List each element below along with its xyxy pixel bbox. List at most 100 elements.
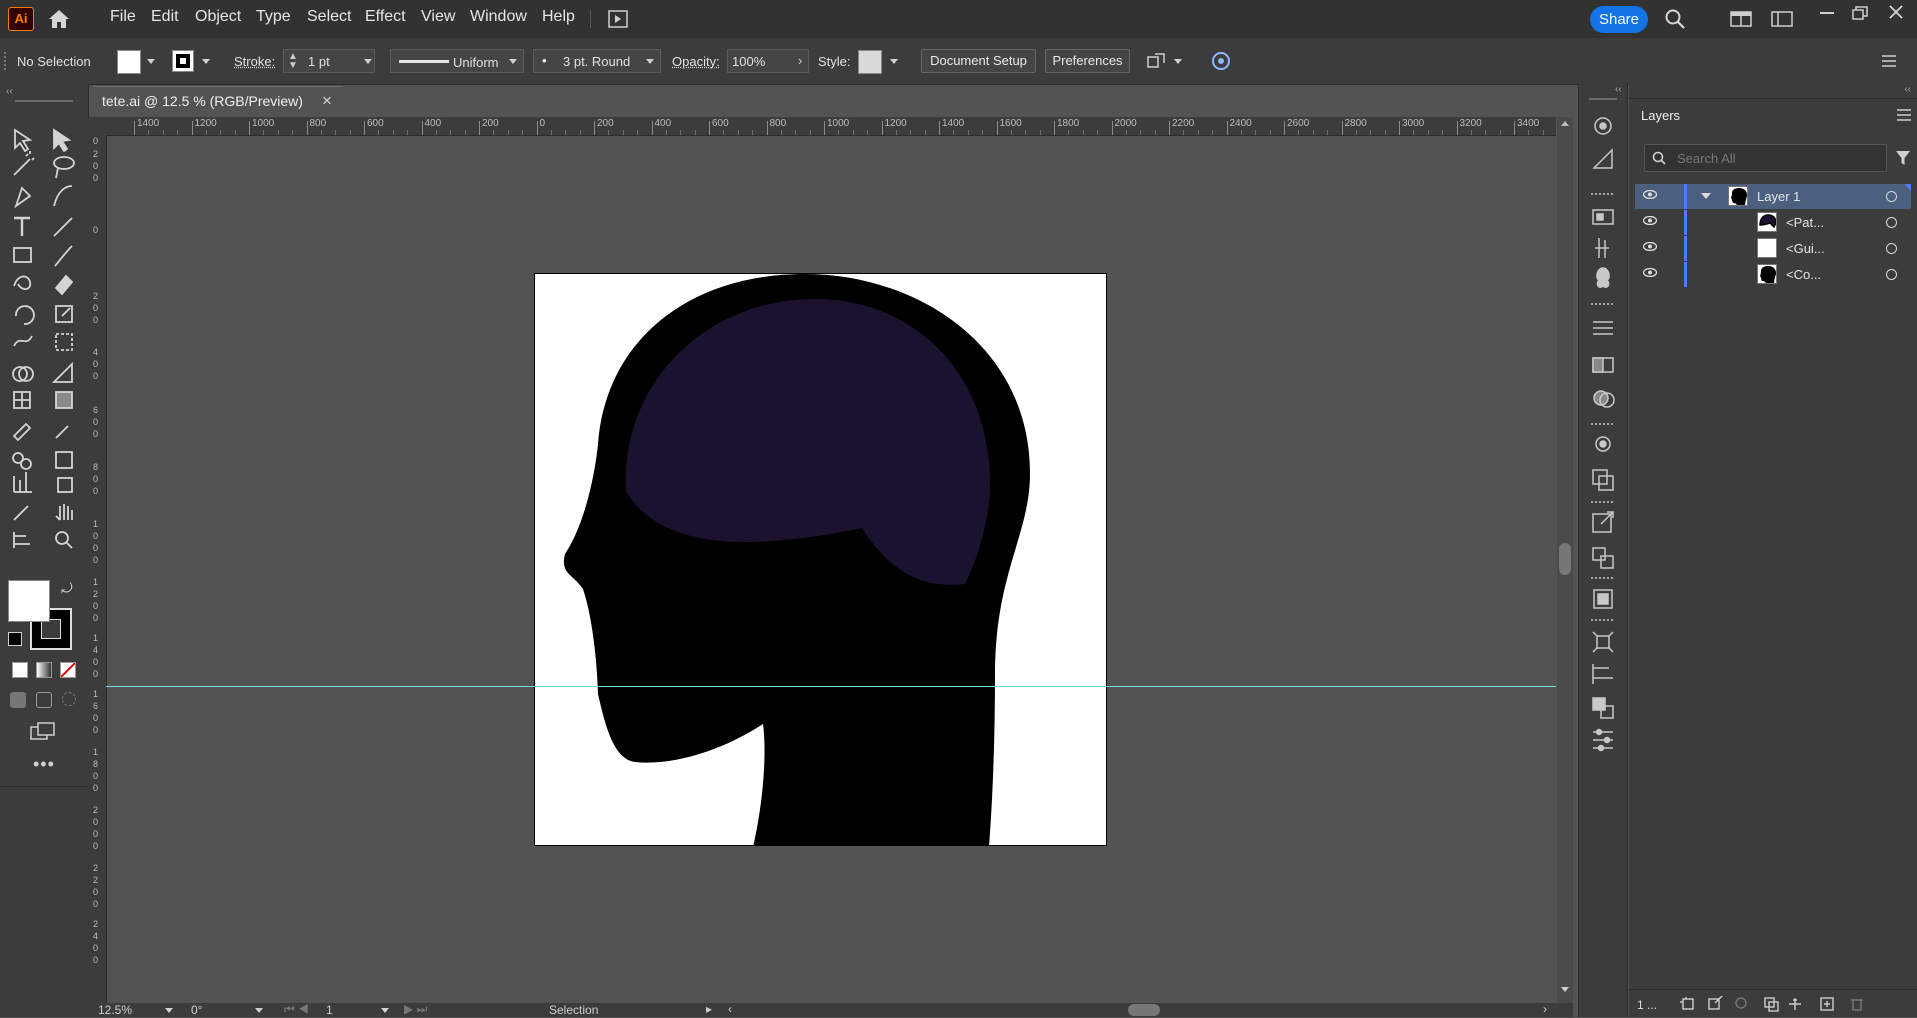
menu-effect[interactable]: Effect [365, 8, 406, 26]
opacity-field[interactable]: 100% › [727, 49, 809, 73]
swap-fill-stroke-icon[interactable]: ⤾ [61, 580, 73, 597]
visibility-eye-icon[interactable] [1643, 190, 1657, 199]
menu-type[interactable]: Type [256, 8, 291, 26]
expand-layer-chevron-icon[interactable] [1701, 193, 1711, 199]
layer-row-guide[interactable]: <Gui... [1635, 236, 1911, 261]
ruler-minor-tick [680, 130, 682, 135]
artboard-number[interactable]: 1 [326, 1003, 333, 1017]
menu-edit[interactable]: Edit [151, 8, 179, 26]
layers-panel-menu-icon[interactable] [1897, 108, 1911, 121]
status-menu-icon[interactable]: ▸ [706, 1002, 712, 1016]
document-tab[interactable]: tete.ai @ 12.5 % (RGB/Preview) × [93, 86, 343, 117]
layer-row-compound-path[interactable]: <Co... [1635, 262, 1911, 287]
restore-icon[interactable] [1852, 6, 1868, 20]
style-dropdown-caret[interactable] [890, 59, 898, 64]
collapse-toolbar-icon[interactable]: ‹‹ [6, 86, 13, 97]
layer-color-bar [1684, 210, 1687, 235]
compound-target-icon[interactable] [1886, 269, 1897, 280]
svg-text:0: 0 [93, 817, 98, 827]
minimize-icon[interactable] [1820, 12, 1834, 14]
workspace-switcher-icon[interactable] [1730, 11, 1752, 27]
stroke-profile-value: Uniform [453, 55, 499, 70]
opacity-label[interactable]: Opacity: [672, 54, 720, 69]
horizontal-scroll-thumb[interactable] [1128, 1004, 1160, 1016]
layers-search-field[interactable]: Search All [1644, 144, 1887, 172]
ruler-tick-label: 3400 [1517, 118, 1540, 129]
layers-tab[interactable]: Layers [1633, 100, 1687, 130]
ruler-minor-tick [378, 130, 380, 135]
head-artwork[interactable] [535, 274, 1107, 846]
menu-file[interactable]: File [110, 8, 136, 26]
path-target-icon[interactable] [1886, 217, 1897, 228]
ruler-tick-label: 1400 [942, 118, 965, 129]
layer-target-icon[interactable] [1886, 191, 1897, 202]
document-setup-button[interactable]: Document Setup [921, 49, 1036, 73]
menu-window[interactable]: Window [470, 8, 527, 26]
vertical-scroll-thumb[interactable] [1559, 543, 1571, 575]
arrange-icon[interactable] [1145, 51, 1167, 71]
visibility-eye-icon[interactable] [1643, 242, 1657, 251]
layer-row-layer-1[interactable]: Layer 1 [1635, 184, 1911, 209]
path-name[interactable]: <Pat... [1786, 215, 1824, 230]
fill-swatch[interactable] [117, 50, 141, 74]
ruler-minor-tick [1355, 130, 1357, 135]
stroke-weight-field[interactable]: ▲ ▼ 1 pt [283, 49, 375, 73]
close-icon[interactable] [1889, 5, 1903, 19]
collapse-panel-icon[interactable]: ‹‹ [1904, 84, 1911, 95]
stroke-swatch[interactable] [172, 50, 194, 72]
compound-name[interactable]: <Co... [1786, 267, 1821, 282]
expand-panels-icon[interactable]: ‹‹ [1615, 84, 1622, 95]
artboard[interactable] [534, 273, 1107, 846]
default-colors-icon[interactable] [8, 632, 22, 646]
last-artboard-icon[interactable]: ▶ ⏭ [404, 1002, 427, 1017]
zoom-level[interactable]: 12.5% [98, 1003, 132, 1017]
share-button[interactable]: Share [1590, 6, 1648, 33]
menu-select[interactable]: Select [307, 8, 351, 26]
filter-icon[interactable] [1895, 150, 1911, 166]
layer-name[interactable]: Layer 1 [1757, 189, 1800, 204]
search-icon[interactable] [1664, 8, 1686, 30]
visibility-eye-icon[interactable] [1643, 216, 1657, 225]
horizontal-guide[interactable] [106, 686, 1556, 687]
edit-toolbar-icon[interactable]: ••• [33, 754, 55, 775]
rotation-value[interactable]: 0° [191, 1003, 202, 1017]
draw-normal-icon[interactable] [10, 692, 26, 708]
first-artboard-icon[interactable]: ⏮ ◀ [284, 1002, 309, 1017]
draw-behind-icon[interactable] [36, 692, 52, 708]
screen-mode-icon[interactable] [30, 722, 56, 740]
home-icon[interactable] [47, 8, 71, 30]
guide-target-icon[interactable] [1886, 243, 1897, 254]
scroll-left-icon[interactable]: ‹ [728, 1002, 732, 1016]
arrange-dropdown-caret[interactable] [1174, 59, 1182, 64]
stroke-label[interactable]: Stroke: [234, 54, 275, 69]
control-panel-menu-icon[interactable] [1882, 54, 1896, 67]
guide-name[interactable]: <Gui... [1786, 241, 1825, 256]
layer-color-bar [1684, 184, 1687, 209]
vertical-scrollbar[interactable] [1557, 117, 1573, 1003]
gradient-mode-icon[interactable] [36, 662, 52, 678]
horizontal-ruler[interactable]: 1400 1200 1000 800 600 400 200 0 200 400 600 800 100… [106, 117, 1556, 136]
graphic-style-swatch[interactable] [858, 50, 882, 74]
preferences-button[interactable]: Preferences [1045, 49, 1130, 73]
scroll-right-icon[interactable]: › [1543, 1002, 1547, 1016]
recolor-artwork-icon[interactable] [1209, 49, 1233, 73]
visibility-eye-icon[interactable] [1643, 268, 1657, 277]
menu-view[interactable]: View [421, 8, 455, 26]
fill-dropdown-caret[interactable] [147, 59, 155, 64]
menu-object[interactable]: Object [195, 8, 241, 26]
vertical-ruler[interactable]: 0 2 0 0 0 2 0 0 4 0 0 6 0 0 8 0 0 1 0 0 0 1 2 0 0 1 4 0 0 1 6 0… [88, 135, 107, 1003]
none-mode-icon[interactable] [60, 662, 76, 678]
brush-definition-dropdown[interactable]: • 3 pt. Round [533, 49, 661, 73]
ruler-origin[interactable] [88, 117, 106, 135]
stroke-dropdown-caret[interactable] [202, 59, 210, 64]
stroke-profile-dropdown[interactable]: Uniform [390, 49, 524, 73]
panel-layout-icon[interactable] [1771, 11, 1793, 27]
fill-color-box[interactable] [8, 580, 50, 622]
color-mode-icon[interactable] [12, 662, 28, 678]
ruler-minor-tick [1542, 130, 1544, 135]
arrange-documents-icon[interactable] [607, 9, 629, 29]
layer-row-path[interactable]: <Pat... [1635, 210, 1911, 235]
draw-inside-icon[interactable] [62, 692, 76, 706]
menu-help[interactable]: Help [542, 8, 575, 26]
close-document-icon[interactable]: × [322, 91, 332, 111]
